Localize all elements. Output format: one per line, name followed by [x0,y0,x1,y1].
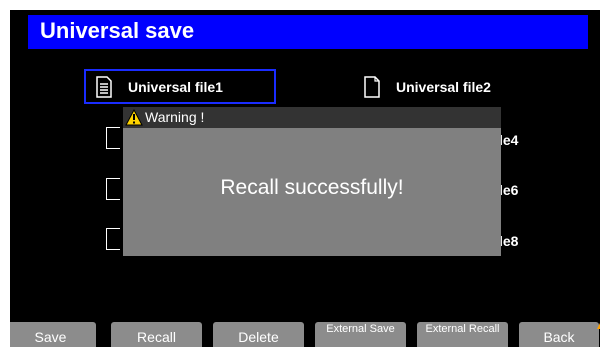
dialog-message: Recall successfully! [220,176,404,199]
file-label-6: le6 [499,182,519,198]
file-label: Universal file1 [128,79,223,95]
file-item-3[interactable] [106,127,120,149]
file-filled-icon [96,76,112,98]
file-item-5[interactable] [106,178,120,200]
save-softkey[interactable]: Save [10,322,96,347]
external-recall-softkey[interactable]: External Recall [417,322,508,347]
dialog-body: Recall successfully! [123,128,501,256]
dialog-title: Warning ! [145,109,205,125]
file-item-2[interactable]: Universal file2 [364,70,491,104]
arrow-up-icon [597,321,600,329]
file-item-1[interactable]: Universal file1 [96,70,223,104]
file-empty-icon [364,76,380,98]
softkey-label: External Recall [425,323,500,335]
title-bar: Universal save [28,15,588,49]
softkey-label: External Save [326,323,395,335]
delete-softkey[interactable]: Delete [213,322,304,347]
file-label-4: le4 [499,132,519,148]
warning-icon [125,108,143,129]
external-save-softkey[interactable]: External Save [315,322,406,347]
page-title: Universal save [40,18,195,43]
file-label: Universal file2 [396,79,491,95]
warning-dialog: Warning ! Recall successfully! [123,107,501,256]
file-item-7[interactable] [106,228,120,250]
recall-softkey[interactable]: Recall [111,322,202,347]
back-softkey[interactable]: Back [519,322,599,347]
file-label-8: le8 [499,233,519,249]
dialog-header: Warning ! [123,107,501,128]
screen: Universal save Universal file1 Universal… [10,10,600,347]
